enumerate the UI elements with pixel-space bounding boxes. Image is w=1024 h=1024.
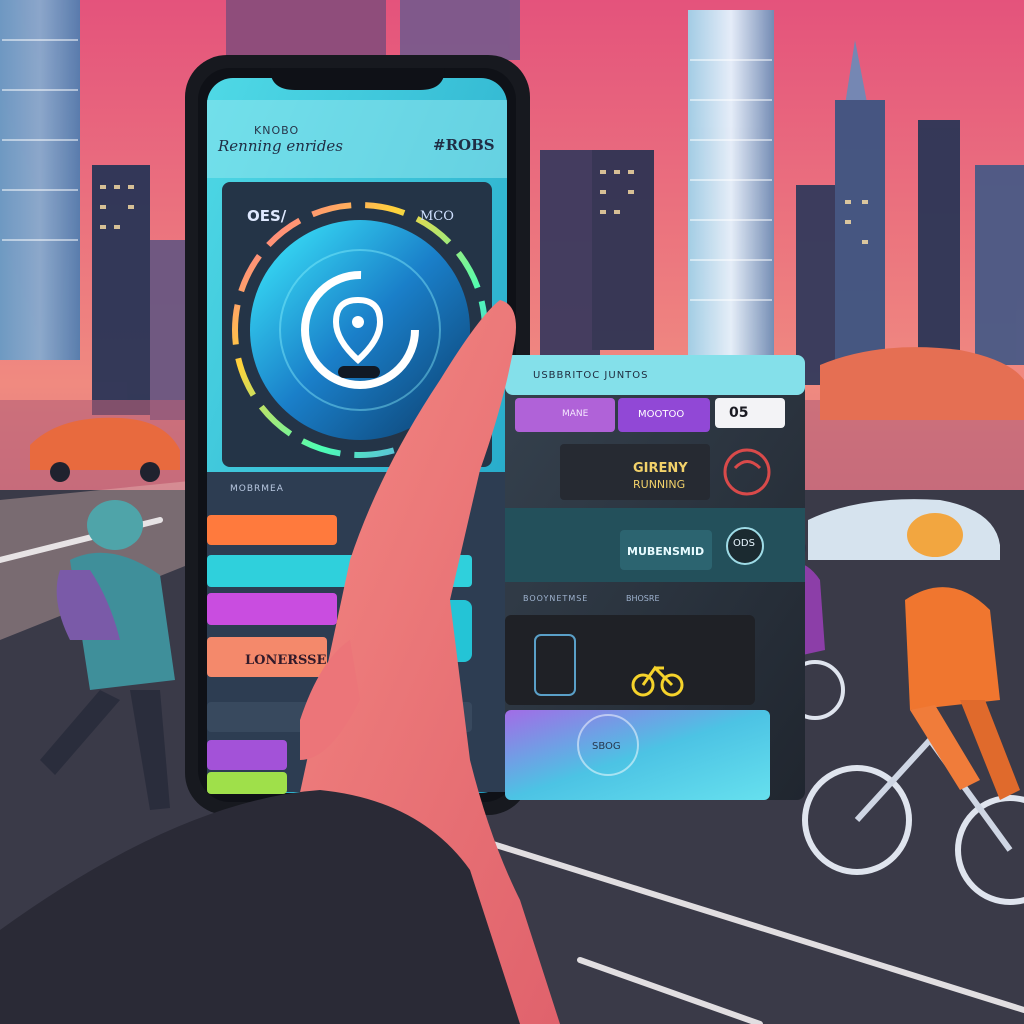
panel-row-label: BOOYNETMSE <box>523 594 589 603</box>
panel-tab-1-label: MANE <box>562 409 589 419</box>
phone-header-small: KNOBO <box>254 124 300 137</box>
city-scene <box>0 0 1024 1024</box>
floating-app-panel[interactable] <box>505 355 805 800</box>
phone-header-title: Renning enrides <box>218 137 344 155</box>
panel-card-subtitle: RUNNING <box>633 478 686 491</box>
gauge-unit: MCO <box>420 209 454 224</box>
panel-card-2-chip: ODS <box>733 538 755 549</box>
menu-item-3[interactable] <box>207 593 337 625</box>
panel-bottom-label: SBOG <box>592 741 621 752</box>
menu-item-4-label: LONERSSE <box>245 653 327 668</box>
panel-badge[interactable] <box>715 398 785 428</box>
panel-title: USBBRITOC JUNTOS <box>533 370 649 381</box>
panel-tab-2-label: MOOTOO <box>638 409 685 420</box>
panel-row-value: BHOSRE <box>626 594 660 603</box>
menu-item-1[interactable] <box>207 515 337 545</box>
phone-section-label: MOBRMEA <box>230 484 284 494</box>
panel-badge-label: 05 <box>729 405 749 421</box>
panel-card-2-label: MUBENSMID <box>627 545 705 558</box>
gauge-reading: OES/ <box>247 207 287 225</box>
phone-header-code: #ROBS <box>433 136 495 154</box>
panel-card-title: GIRENY <box>633 461 688 476</box>
